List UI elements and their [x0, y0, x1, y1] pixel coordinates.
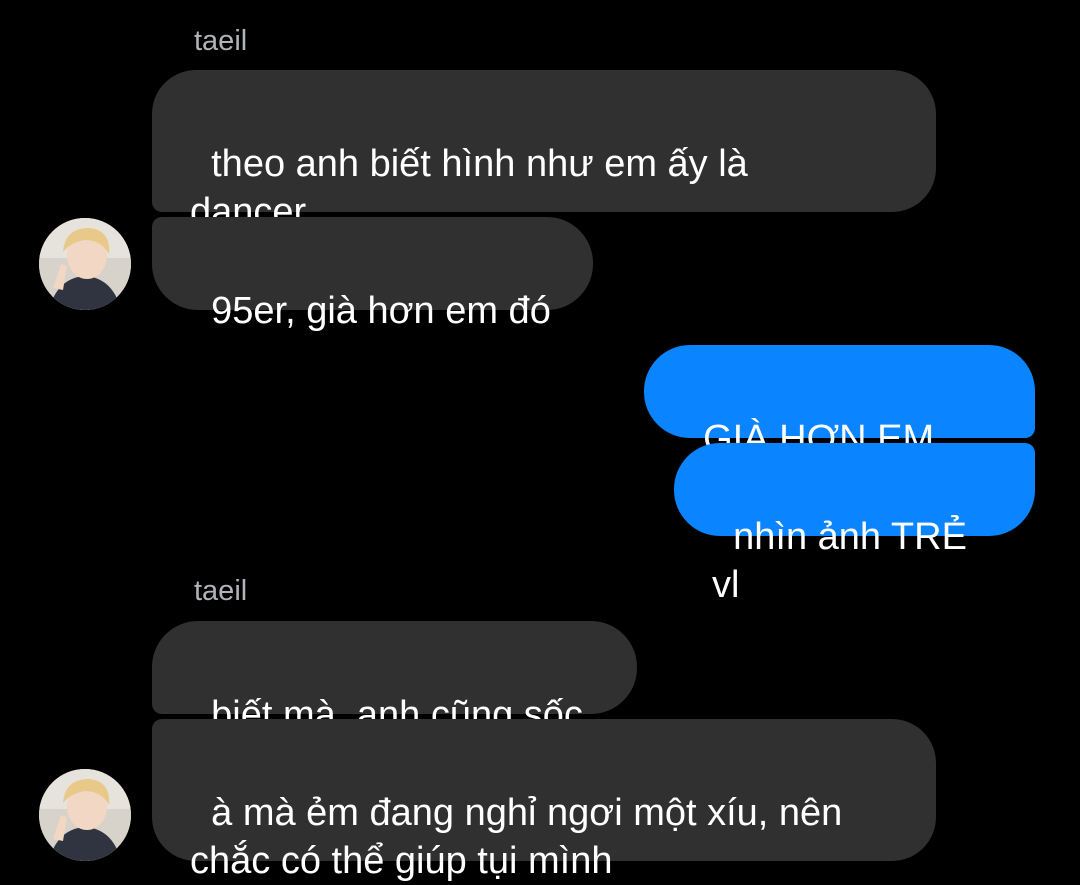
sender-name: taeil: [194, 575, 248, 607]
incoming-message[interactable]: biết mà, anh cũng sốc: [152, 621, 637, 736]
sender-name: taeil: [194, 25, 248, 57]
message-text: 95er, già hơn em đó: [211, 290, 551, 332]
message-text: à mà ẻm đang nghỉ ngơi một xíu, nên chắc…: [190, 792, 843, 882]
incoming-message[interactable]: à mà ẻm đang nghỉ ngơi một xíu, nên chắc…: [152, 719, 936, 882]
incoming-message[interactable]: 95er, già hơn em đó: [152, 217, 593, 332]
incoming-message[interactable]: theo anh biết hình như em ấy là dancer: [152, 70, 936, 233]
avatar-photo-icon: [39, 218, 131, 310]
outgoing-message[interactable]: nhìn ảnh TRẺ vl: [674, 443, 1035, 606]
message-text: nhìn ảnh TRẺ vl: [712, 516, 978, 606]
outgoing-message[interactable]: GIÀ HƠN EM Á??: [644, 345, 1035, 508]
avatar[interactable]: [39, 769, 131, 861]
avatar[interactable]: [39, 218, 131, 310]
avatar-photo-icon: [39, 769, 131, 861]
